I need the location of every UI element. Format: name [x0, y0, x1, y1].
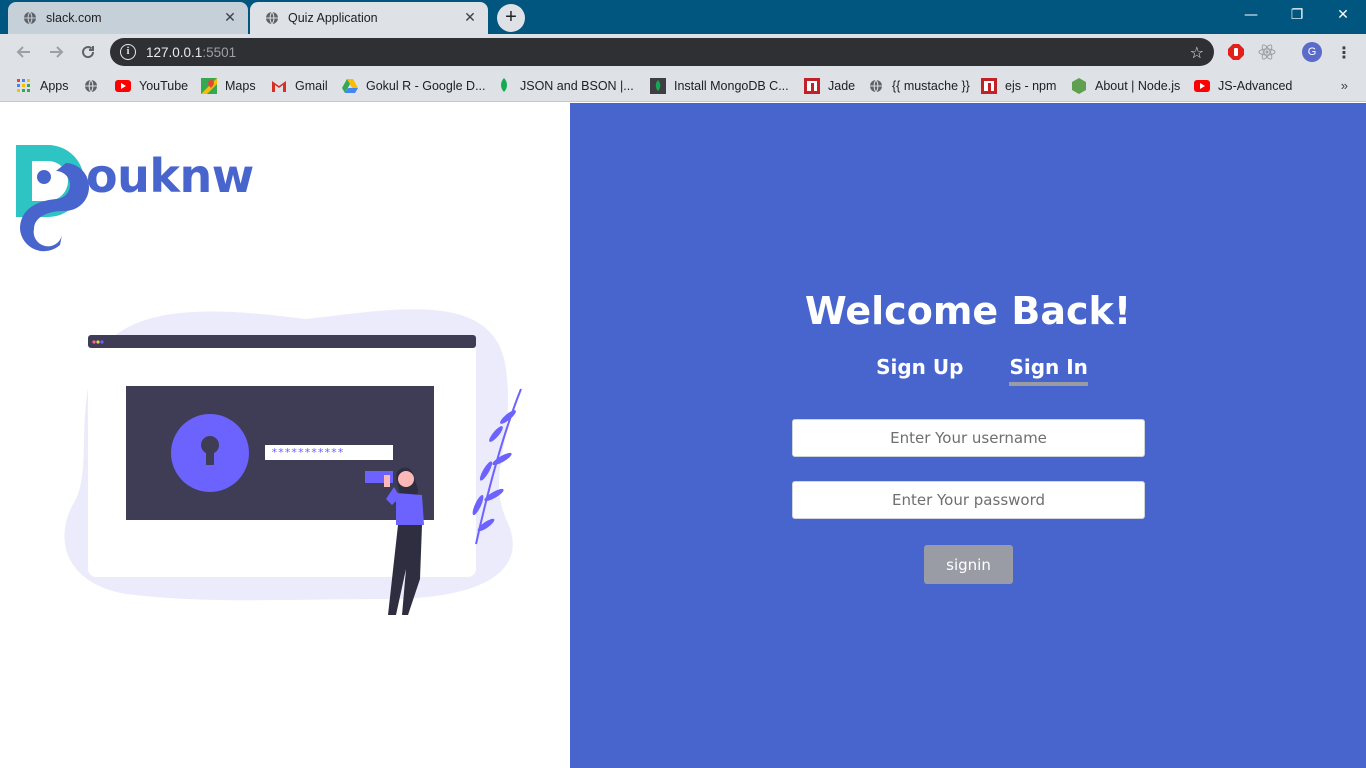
browser-tab-quiz[interactable]: Quiz Application ✕: [250, 2, 488, 34]
bookmark-globe[interactable]: [83, 76, 107, 96]
bookmark-apps[interactable]: Apps: [16, 76, 69, 96]
url-text: 127.0.0.1:5501: [146, 44, 237, 60]
username-input[interactable]: [792, 419, 1145, 457]
npm-icon: [981, 78, 997, 94]
profile-avatar[interactable]: G: [1302, 42, 1322, 62]
bookmark-js-advanced[interactable]: JS-Advanced: [1194, 76, 1292, 96]
globe-icon: [868, 78, 884, 94]
tab-title: slack.com: [46, 11, 102, 25]
site-info-icon[interactable]: i: [120, 44, 136, 60]
minimize-icon[interactable]: —: [1228, 0, 1274, 30]
bookmark-gmail[interactable]: Gmail: [271, 76, 328, 96]
gmail-icon: [271, 78, 287, 94]
browser-titlebar: slack.com ✕ Quiz Application ✕ + — ❐ ✕: [0, 0, 1366, 34]
masked-password-text: ***********: [271, 446, 344, 459]
bookmark-youtube[interactable]: YouTube: [115, 76, 188, 96]
bookmarks-bar: Apps YouTube Maps Gmail Gokul R - Google…: [0, 70, 1366, 102]
maps-icon: [201, 78, 217, 94]
tab-sign-up[interactable]: Sign Up: [876, 355, 963, 386]
close-window-icon[interactable]: ✕: [1320, 0, 1366, 30]
auth-tabs: Sign Up Sign In: [570, 355, 1366, 386]
quiz-login-page: ouknw *********** Welcome Back! Sign Up …: [0, 103, 1366, 768]
mongodb-icon: [650, 78, 666, 94]
react-devtools-icon[interactable]: [1257, 42, 1277, 62]
tab-title: Quiz Application: [288, 11, 378, 25]
welcome-heading: Welcome Back!: [804, 289, 1132, 333]
globe-icon: [22, 10, 38, 26]
secure-login-illustration: ***********: [64, 309, 522, 615]
bookmark-google-drive[interactable]: Gokul R - Google D...: [342, 76, 486, 96]
bookmark-star-icon[interactable]: ☆: [1190, 43, 1204, 62]
bookmark-mustache[interactable]: {{ mustache }}: [868, 76, 970, 96]
globe-icon: [264, 10, 280, 26]
youtube-icon: [1194, 78, 1210, 94]
menu-kebab-icon[interactable]: ⋮: [1334, 42, 1354, 62]
bookmark-install-mongodb[interactable]: Install MongoDB C...: [650, 76, 789, 96]
apps-grid-icon: [16, 78, 32, 94]
bookmark-nodejs[interactable]: About | Node.js: [1071, 76, 1180, 96]
adblock-icon[interactable]: [1226, 42, 1246, 62]
brand-panel: ouknw ***********: [0, 103, 570, 768]
forward-icon[interactable]: [44, 40, 68, 64]
google-drive-icon: [342, 78, 358, 94]
npm-icon: [804, 78, 820, 94]
bookmark-ejs-npm[interactable]: ejs - npm: [981, 76, 1056, 96]
browser-toolbar: i 127.0.0.1:5501 ☆ G ⋮: [0, 34, 1366, 70]
bookmark-jade[interactable]: Jade: [804, 76, 855, 96]
globe-icon: [83, 78, 99, 94]
youtube-icon: [115, 78, 131, 94]
close-tab-icon[interactable]: ✕: [462, 10, 478, 26]
reload-icon[interactable]: [76, 40, 100, 64]
nodejs-icon: [1071, 78, 1087, 94]
restore-icon[interactable]: ❐: [1274, 0, 1320, 30]
address-bar[interactable]: i 127.0.0.1:5501 ☆: [110, 38, 1214, 66]
close-tab-icon[interactable]: ✕: [222, 10, 238, 26]
auth-panel: Welcome Back! Sign Up Sign In signin: [570, 103, 1366, 768]
signin-button[interactable]: signin: [924, 545, 1013, 584]
new-tab-button[interactable]: +: [497, 4, 525, 32]
mongodb-leaf-icon: [496, 78, 512, 94]
brand-name: ouknw: [86, 149, 254, 203]
more-bookmarks-icon[interactable]: »: [1341, 78, 1348, 93]
browser-tab-slack[interactable]: slack.com ✕: [8, 2, 248, 34]
bookmark-json-bson[interactable]: JSON and BSON |...: [496, 76, 634, 96]
back-icon[interactable]: [12, 40, 36, 64]
password-input[interactable]: [792, 481, 1145, 519]
bookmark-maps[interactable]: Maps: [201, 76, 256, 96]
tab-sign-in[interactable]: Sign In: [1009, 355, 1088, 386]
